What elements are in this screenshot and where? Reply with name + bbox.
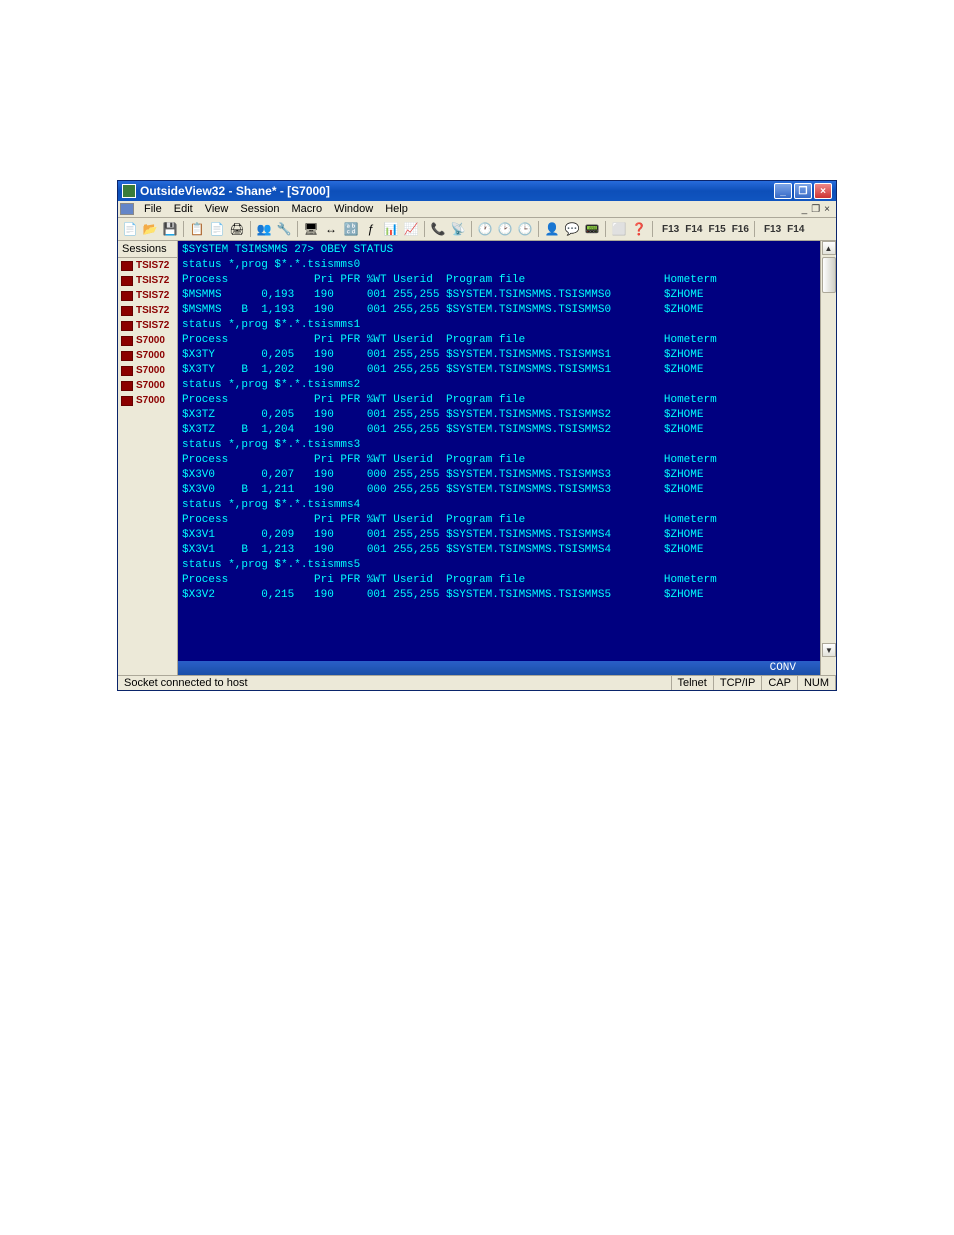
scroll-down-arrow[interactable]: ▼ bbox=[822, 643, 836, 657]
minimize-button[interactable]: _ bbox=[774, 183, 792, 199]
chat-icon[interactable]: 💬 bbox=[563, 220, 581, 238]
resize-icon[interactable]: ↔ bbox=[322, 220, 340, 238]
session-tab-0[interactable]: TSIS72 bbox=[118, 258, 177, 273]
maximize-button[interactable]: ❐ bbox=[794, 183, 812, 199]
doc-close-button[interactable]: × bbox=[824, 204, 830, 215]
session-label: TSIS72 bbox=[136, 305, 169, 316]
session-tab-1[interactable]: TSIS72 bbox=[118, 273, 177, 288]
clock3-icon[interactable]: 🕒 bbox=[516, 220, 534, 238]
help-icon[interactable]: ❓ bbox=[630, 220, 648, 238]
device-icon[interactable]: 📟 bbox=[583, 220, 601, 238]
f13b-button[interactable]: F13 bbox=[762, 222, 783, 237]
session-tab-9[interactable]: S7000 bbox=[118, 393, 177, 408]
menu-edit[interactable]: Edit bbox=[168, 202, 199, 216]
terminal-icon bbox=[121, 396, 133, 406]
terminal-icon bbox=[121, 381, 133, 391]
clock1-icon[interactable]: 🕐 bbox=[476, 220, 494, 238]
close-button[interactable]: × bbox=[814, 183, 832, 199]
status-telnet: Telnet bbox=[672, 676, 714, 690]
f13-button[interactable]: F13 bbox=[660, 222, 681, 237]
terminal-icon bbox=[121, 336, 133, 346]
f14-button[interactable]: F14 bbox=[683, 222, 704, 237]
person-icon[interactable]: 👤 bbox=[543, 220, 561, 238]
session-label: S7000 bbox=[136, 350, 165, 361]
menu-help[interactable]: Help bbox=[379, 202, 414, 216]
terminal-container: $SYSTEM TSIMSMMS 27> OBEY STATUS status … bbox=[178, 241, 836, 675]
chart-icon[interactable]: 📈 bbox=[402, 220, 420, 238]
main-area: Sessions TSIS72 TSIS72 TSIS72 TSIS72 TSI… bbox=[118, 241, 836, 675]
users-icon[interactable]: 👥 bbox=[255, 220, 273, 238]
screen-icon[interactable]: 🖥 bbox=[302, 220, 320, 238]
terminal-info-bar: CONV bbox=[178, 661, 836, 675]
terminal-icon bbox=[121, 351, 133, 361]
terminal-icon bbox=[121, 276, 133, 286]
menu-bar: File Edit View Session Macro Window Help… bbox=[118, 201, 836, 218]
paste-icon[interactable]: 📄 bbox=[208, 220, 226, 238]
phone1-icon[interactable]: 📞 bbox=[429, 220, 447, 238]
toolbar: 📄 📂 💾 📋 📄 🖨 👥 🔧 🖥 ↔ 🔡 ƒ 📊 📈 📞 📡 🕐 🕑 🕒 👤 … bbox=[118, 218, 836, 241]
phone2-icon[interactable]: 📡 bbox=[449, 220, 467, 238]
terminal-icon bbox=[121, 321, 133, 331]
f14b-button[interactable]: F14 bbox=[785, 222, 806, 237]
vertical-scrollbar[interactable]: ▲ ▼ bbox=[820, 241, 836, 675]
status-caps: CAP bbox=[762, 676, 798, 690]
sidebar-header: Sessions bbox=[118, 241, 177, 258]
session-tab-8[interactable]: S7000 bbox=[118, 378, 177, 393]
title-bar[interactable]: OutsideView32 - Shane* - [S7000] _ ❐ × bbox=[118, 181, 836, 201]
session-tab-2[interactable]: TSIS72 bbox=[118, 288, 177, 303]
session-label: S7000 bbox=[136, 335, 165, 346]
doc-restore-button[interactable]: ❐ bbox=[811, 204, 820, 215]
copy-icon[interactable]: 📋 bbox=[188, 220, 206, 238]
session-tab-4[interactable]: TSIS72 bbox=[118, 318, 177, 333]
bar-icon[interactable]: 📊 bbox=[382, 220, 400, 238]
clock2-icon[interactable]: 🕑 bbox=[496, 220, 514, 238]
fkey-group-1: F13 F14 F15 F16 bbox=[660, 222, 751, 237]
terminal-icon bbox=[121, 306, 133, 316]
settings-icon[interactable]: 🔧 bbox=[275, 220, 293, 238]
menu-macro[interactable]: Macro bbox=[286, 202, 329, 216]
menu-view[interactable]: View bbox=[199, 202, 235, 216]
doc-minimize-button[interactable]: _ bbox=[802, 204, 808, 215]
session-label: S7000 bbox=[136, 380, 165, 391]
scroll-up-arrow[interactable]: ▲ bbox=[822, 241, 836, 255]
session-label: TSIS72 bbox=[136, 275, 169, 286]
terminal-output[interactable]: $SYSTEM TSIMSMMS 27> OBEY STATUS status … bbox=[178, 241, 836, 661]
new-icon[interactable]: 📄 bbox=[121, 220, 139, 238]
f16-button[interactable]: F16 bbox=[730, 222, 751, 237]
font-icon[interactable]: 🔡 bbox=[342, 220, 360, 238]
session-tab-6[interactable]: S7000 bbox=[118, 348, 177, 363]
session-label: TSIS72 bbox=[136, 290, 169, 301]
window-title: OutsideView32 - Shane* - [S7000] bbox=[140, 184, 774, 198]
status-connection: Socket connected to host bbox=[118, 676, 672, 690]
menu-file[interactable]: File bbox=[138, 202, 168, 216]
session-label: S7000 bbox=[136, 365, 165, 376]
print-icon[interactable]: 🖨 bbox=[228, 220, 246, 238]
status-num: NUM bbox=[798, 676, 836, 690]
session-tab-7[interactable]: S7000 bbox=[118, 363, 177, 378]
box-icon[interactable]: ⬜ bbox=[610, 220, 628, 238]
fkey-group-2: F13 F14 bbox=[762, 222, 806, 237]
function-icon[interactable]: ƒ bbox=[362, 220, 380, 238]
session-label: S7000 bbox=[136, 395, 165, 406]
terminal-icon bbox=[121, 291, 133, 301]
sessions-sidebar: Sessions TSIS72 TSIS72 TSIS72 TSIS72 TSI… bbox=[118, 241, 178, 675]
f15-button[interactable]: F15 bbox=[706, 222, 727, 237]
open-icon[interactable]: 📂 bbox=[141, 220, 159, 238]
session-tab-5[interactable]: S7000 bbox=[118, 333, 177, 348]
app-icon bbox=[122, 184, 136, 198]
status-bar: Socket connected to host Telnet TCP/IP C… bbox=[118, 675, 836, 690]
app-window: OutsideView32 - Shane* - [S7000] _ ❐ × F… bbox=[117, 180, 837, 691]
save-icon[interactable]: 💾 bbox=[161, 220, 179, 238]
status-protocol: TCP/IP bbox=[714, 676, 762, 690]
session-label: TSIS72 bbox=[136, 320, 169, 331]
session-tab-3[interactable]: TSIS72 bbox=[118, 303, 177, 318]
document-icon[interactable] bbox=[120, 203, 134, 215]
terminal-icon bbox=[121, 261, 133, 271]
terminal-icon bbox=[121, 366, 133, 376]
scroll-thumb[interactable] bbox=[822, 257, 836, 293]
menu-session[interactable]: Session bbox=[234, 202, 285, 216]
session-label: TSIS72 bbox=[136, 260, 169, 271]
menu-window[interactable]: Window bbox=[328, 202, 379, 216]
